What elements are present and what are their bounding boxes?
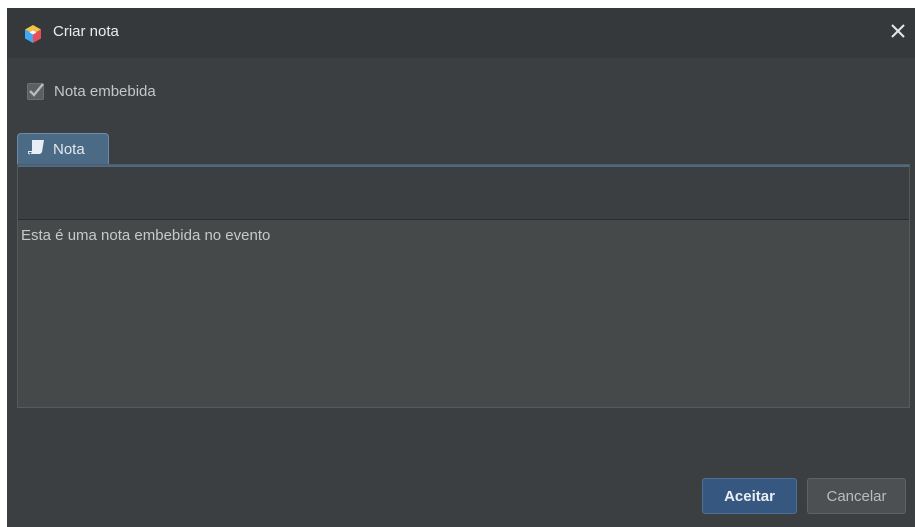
embedded-note-checkbox[interactable] bbox=[27, 82, 44, 100]
tab-nota[interactable]: Nota bbox=[17, 133, 109, 164]
close-icon[interactable] bbox=[887, 20, 909, 42]
dialog-window: Criar nota Nota embebida Nota Esta é uma bbox=[7, 8, 915, 527]
embedded-note-option[interactable]: Nota embebida bbox=[27, 80, 156, 102]
tab-label: Nota bbox=[53, 140, 85, 158]
checkmark-icon bbox=[29, 82, 44, 97]
cancel-button[interactable]: Cancelar bbox=[807, 478, 906, 514]
dialog-title: Criar nota bbox=[53, 23, 119, 40]
editor-toolbar bbox=[18, 167, 909, 220]
note-text-area[interactable]: Esta é uma nota embebida no evento bbox=[18, 219, 909, 407]
title-bar[interactable]: Criar nota bbox=[7, 8, 915, 58]
note-icon bbox=[27, 139, 46, 159]
embedded-note-label: Nota embebida bbox=[54, 82, 156, 100]
app-cube-icon bbox=[23, 24, 43, 44]
accept-button[interactable]: Aceitar bbox=[702, 478, 797, 514]
note-tab-panel: Esta é uma nota embebida no evento bbox=[17, 164, 910, 408]
